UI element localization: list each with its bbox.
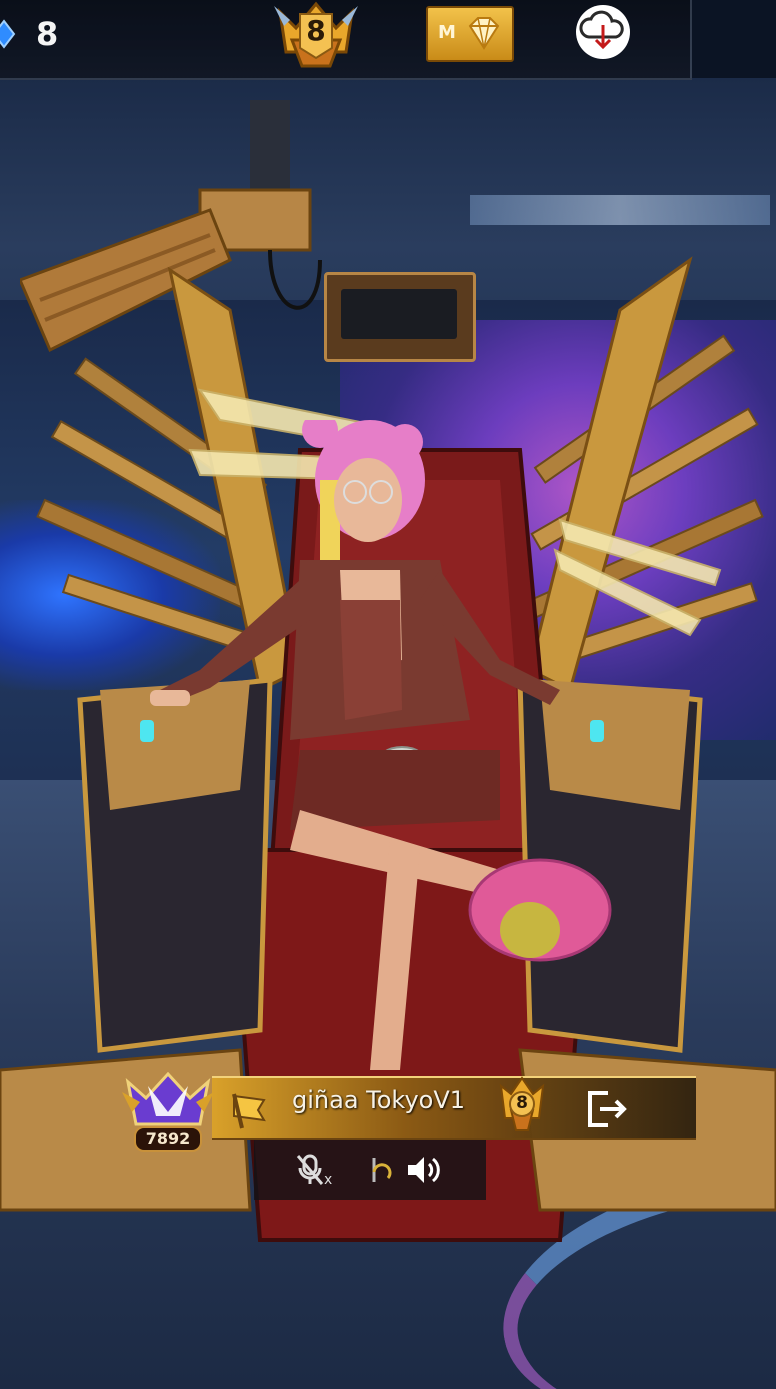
membership-button[interactable]: M xyxy=(426,6,514,62)
cloud-download-icon xyxy=(576,5,630,59)
lobby-scene: 8 8 M giñaa TokyoV1 7892 8 x xyxy=(0,0,776,1389)
player-rank-number: 8 xyxy=(516,1093,528,1113)
gem-icon xyxy=(468,17,500,50)
rank-badge[interactable]: 8 xyxy=(268,0,364,70)
exit-icon xyxy=(588,1091,627,1127)
player-name: giñaa TokyoV1 xyxy=(292,1086,466,1114)
character-avatar xyxy=(150,420,612,1070)
download-button[interactable] xyxy=(574,3,632,61)
voice-toggle-button[interactable] xyxy=(364,1152,404,1188)
voice-controls: x xyxy=(254,1140,486,1200)
diamond-counter[interactable]: 8 xyxy=(0,12,58,56)
flag-icon xyxy=(232,1093,266,1129)
svg-text:x: x xyxy=(324,1172,332,1188)
speaker-icon xyxy=(408,1157,440,1183)
exit-button[interactable] xyxy=(584,1089,630,1129)
br-rank-badge[interactable]: 7892 xyxy=(120,1071,216,1154)
speaker-button[interactable] xyxy=(404,1152,444,1188)
membership-label: M xyxy=(438,22,456,43)
mic-muted-icon: x xyxy=(296,1154,332,1188)
voice-wave-icon xyxy=(372,1158,392,1182)
diamond-icon xyxy=(0,19,16,49)
rank-level-number: 8 xyxy=(306,14,326,47)
diamond-count: 8 xyxy=(36,15,59,53)
ceiling-light xyxy=(470,195,770,225)
br-score: 7892 xyxy=(134,1126,202,1152)
mute-mic-button[interactable]: x xyxy=(294,1152,334,1188)
player-rank-badge: 8 xyxy=(497,1076,547,1134)
top-bar: 8 8 M xyxy=(0,0,692,80)
